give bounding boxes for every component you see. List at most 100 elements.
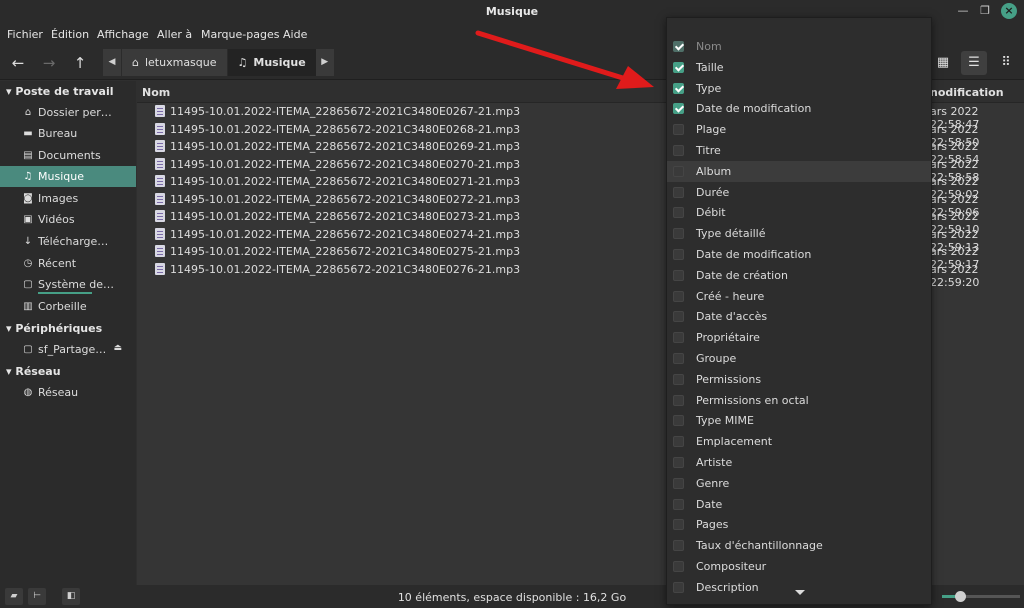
file-name: 11495-10.01.2022-ITEMA_22865672-2021C348… (170, 123, 521, 136)
column-option[interactable]: Compositeur (667, 556, 931, 577)
menu-fichier[interactable]: Fichier (7, 28, 43, 41)
breadcrumb-music[interactable]: ♫ Musique (226, 49, 316, 76)
maximize-icon[interactable]: ❐ (977, 3, 993, 19)
column-option[interactable]: Titre (667, 140, 931, 161)
column-option-checkbox[interactable] (673, 83, 684, 94)
sidebar-item-musique[interactable]: ♫ Musique (0, 166, 136, 187)
column-option-checkbox[interactable] (673, 499, 684, 510)
column-option[interactable]: Type détaillé (667, 223, 931, 244)
column-option-checkbox[interactable] (673, 187, 684, 198)
menu-aller-a[interactable]: Aller à (157, 28, 192, 41)
sidebar-item-label: Documents (38, 149, 101, 162)
audio-file-icon (155, 175, 165, 187)
column-option[interactable]: Plage (667, 119, 931, 140)
column-option[interactable]: Date (667, 494, 931, 515)
compact-view-icon[interactable]: ⠿ (993, 51, 1019, 75)
column-option[interactable]: Créé - heure (667, 286, 931, 307)
column-option[interactable]: Pages (667, 514, 931, 535)
column-option[interactable]: Artiste (667, 452, 931, 473)
column-option[interactable]: Taille (667, 57, 931, 78)
icon-view-icon[interactable]: ▦ (930, 51, 956, 75)
breadcrumb-right-icon[interactable]: ▶ (315, 49, 334, 76)
column-option-checkbox[interactable] (673, 124, 684, 135)
column-option-label: Débit (696, 206, 726, 219)
zoom-slider-handle[interactable] (955, 591, 966, 602)
up-arrow-icon[interactable]: ↑ (70, 53, 90, 73)
column-option-checkbox[interactable] (673, 457, 684, 468)
menu-affichage[interactable]: Affichage (97, 28, 149, 41)
column-option-checkbox[interactable] (673, 103, 684, 114)
breadcrumb-left-icon[interactable]: ◀ (103, 49, 121, 76)
sidebar-section-reseau[interactable]: ▾ Réseau (6, 365, 61, 378)
sidebar-item-corbeille[interactable]: ▥ Corbeille (0, 296, 136, 317)
column-option[interactable]: Date d'accès (667, 306, 931, 327)
column-option-checkbox[interactable] (673, 353, 684, 364)
column-option[interactable]: Type (667, 78, 931, 99)
list-view-icon[interactable]: ☰ (961, 51, 987, 75)
column-option[interactable]: Date de création (667, 265, 931, 286)
zoom-slider[interactable] (942, 591, 1020, 602)
column-option-checkbox[interactable] (673, 478, 684, 489)
column-option-checkbox[interactable] (673, 291, 684, 302)
column-option[interactable]: Album (667, 161, 931, 182)
column-option[interactable]: Date de modification (667, 98, 931, 119)
column-option-checkbox[interactable] (673, 249, 684, 260)
column-option-checkbox[interactable] (673, 374, 684, 385)
column-option[interactable]: Taux d'échantillonnage (667, 535, 931, 556)
column-modified-header[interactable]: nodification (930, 86, 1004, 99)
column-option[interactable]: Permissions (667, 369, 931, 390)
column-option-checkbox[interactable] (673, 436, 684, 447)
sidebar-item-systeme[interactable]: ▢ Système de… (0, 274, 136, 295)
column-option-label: Propriétaire (696, 331, 760, 344)
column-option-checkbox[interactable] (673, 519, 684, 530)
scroll-down-icon[interactable] (795, 590, 805, 595)
column-option-checkbox[interactable] (673, 145, 684, 156)
column-option[interactable]: Emplacement (667, 431, 931, 452)
breadcrumb-home[interactable]: ⌂ letuxmasque (121, 49, 227, 76)
column-option[interactable]: Débit (667, 202, 931, 223)
column-option-checkbox[interactable] (673, 166, 684, 177)
column-option[interactable]: Propriétaire (667, 327, 931, 348)
column-option-checkbox[interactable] (673, 270, 684, 281)
column-option-checkbox[interactable] (673, 41, 684, 52)
column-option-checkbox[interactable] (673, 207, 684, 218)
close-icon[interactable]: × (1001, 3, 1017, 19)
sidebar-section-peripheriques[interactable]: ▾ Périphériques (6, 322, 102, 335)
column-option[interactable]: Groupe (667, 348, 931, 369)
column-option-checkbox[interactable] (673, 415, 684, 426)
sidebar-item-reseau[interactable]: ◍ Réseau (0, 382, 136, 403)
column-name-header[interactable]: Nom (142, 86, 170, 99)
column-option-checkbox[interactable] (673, 228, 684, 239)
column-option-checkbox[interactable] (673, 395, 684, 406)
column-option[interactable]: Genre (667, 473, 931, 494)
home-icon: ⌂ (132, 56, 139, 69)
column-option[interactable]: Date de modification (667, 244, 931, 265)
sidebar-section-poste[interactable]: ▾ Poste de travail (6, 85, 113, 98)
column-option-checkbox[interactable] (673, 582, 684, 593)
menu-marque-pages[interactable]: Marque-pages (201, 28, 279, 41)
minimize-icon[interactable]: — (955, 3, 971, 19)
menu-edition[interactable]: Édition (51, 28, 89, 41)
column-option[interactable]: Durée (667, 182, 931, 203)
menu-aide[interactable]: Aide (283, 28, 307, 41)
sidebar-item-dossier-personnel[interactable]: ⌂ Dossier per… (0, 102, 136, 123)
column-option[interactable]: Type MIME (667, 410, 931, 431)
sidebar-item-documents[interactable]: ▤ Documents (0, 145, 136, 166)
sidebar-item-sf-partage[interactable]: ▢ sf_Partage… ⏏ (0, 339, 136, 360)
sidebar-item-videos[interactable]: ▣ Vidéos (0, 209, 136, 230)
sidebar-item-images[interactable]: ◙ Images (0, 188, 136, 209)
sidebar-item-bureau[interactable]: ▬ Bureau (0, 123, 136, 144)
column-option-label: Description (696, 581, 759, 594)
column-option-checkbox[interactable] (673, 561, 684, 572)
sidebar-item-recent[interactable]: ◷ Récent (0, 253, 136, 274)
eject-icon[interactable]: ⏏ (113, 343, 122, 353)
column-option[interactable]: Permissions en octal (667, 390, 931, 411)
back-arrow-icon[interactable]: ← (8, 53, 28, 73)
column-option-checkbox[interactable] (673, 332, 684, 343)
column-option-checkbox[interactable] (673, 311, 684, 322)
sidebar-item-telechargements[interactable]: ↓ Télécharge… (0, 231, 136, 252)
forward-arrow-icon[interactable]: → (39, 53, 59, 73)
column-option-checkbox[interactable] (673, 540, 684, 551)
column-option[interactable]: Nom (667, 36, 931, 57)
column-option-checkbox[interactable] (673, 62, 684, 73)
